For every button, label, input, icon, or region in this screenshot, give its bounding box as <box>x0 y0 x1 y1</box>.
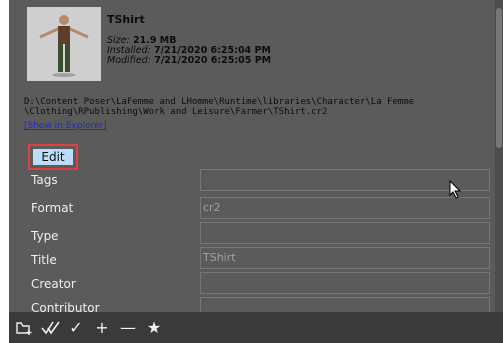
vertical-scrollbar[interactable] <box>495 0 503 312</box>
star-icon[interactable]: ★ <box>145 318 163 337</box>
show-in-explorer-link[interactable]: [Show in Explorer] <box>24 121 107 131</box>
edit-button[interactable]: Edit <box>33 149 73 165</box>
modified-label: Modified: <box>107 55 151 66</box>
field-label-tags: Tags <box>31 173 58 187</box>
title-field[interactable]: TShirt <box>200 247 490 269</box>
file-path-line: \Clothing\RPublishing\Work and Leisure\F… <box>24 107 328 117</box>
field-label-format: Format <box>31 201 74 215</box>
file-path-line: D:\Content Poser\LaFemme and LHomme\Runt… <box>24 97 415 107</box>
creator-field[interactable] <box>200 272 490 294</box>
tags-field[interactable] <box>200 169 490 191</box>
field-label-type: Type <box>31 229 59 243</box>
field-label-creator: Creator <box>31 277 76 291</box>
field-label-title: Title <box>31 253 57 267</box>
scrollbar-thumb[interactable] <box>496 8 502 148</box>
format-field[interactable]: cr2 <box>200 197 490 219</box>
plus-icon[interactable]: + <box>93 318 111 337</box>
item-thumbnail <box>27 7 101 81</box>
type-field[interactable] <box>200 222 490 244</box>
check-all-icon[interactable] <box>41 320 60 336</box>
item-name: TShirt <box>107 13 145 26</box>
minus-icon[interactable]: — <box>119 318 137 337</box>
check-icon[interactable]: ✓ <box>67 318 85 337</box>
file-path: D:\Content Poser\LaFemme and LHomme\Runt… <box>24 97 499 117</box>
bottom-toolbar: ✓ + — ★ <box>9 312 503 343</box>
content-panel: TShirt Size: 21.9 MB Installed: 7/21/202… <box>9 0 503 343</box>
edit-highlight: Edit <box>28 144 78 170</box>
folder-add-icon[interactable] <box>15 320 33 336</box>
item-meta: Size: 21.9 MB Installed: 7/21/2020 6:25:… <box>107 36 271 66</box>
mouse-cursor-icon <box>449 179 463 204</box>
modified-value: 7/21/2020 6:25:05 PM <box>154 55 272 66</box>
